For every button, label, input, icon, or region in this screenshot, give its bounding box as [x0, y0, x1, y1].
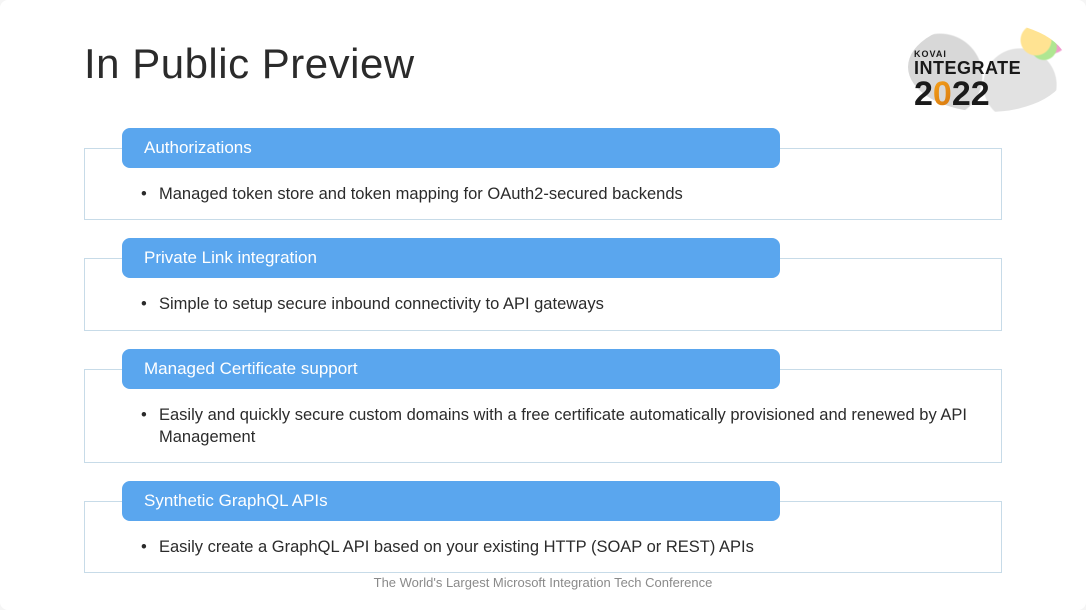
feature-bullet: Easily create a GraphQL API based on you…	[141, 536, 973, 558]
feature-bullet: Managed token store and token mapping fo…	[141, 183, 973, 205]
feature-item: Synthetic GraphQL APIs Easily create a G…	[84, 481, 1002, 573]
feature-list: Authorizations Managed token store and t…	[0, 128, 1086, 573]
feature-header: Authorizations	[122, 128, 780, 168]
logo-text: KOVAI INTEGRATE 2022	[914, 50, 1021, 111]
slide: KOVAI INTEGRATE 2022 In Public Preview A…	[0, 0, 1086, 610]
feature-bullet: Simple to setup secure inbound connectiv…	[141, 293, 973, 315]
feature-item: Managed Certificate support Easily and q…	[84, 349, 1002, 464]
feature-header: Managed Certificate support	[122, 349, 780, 389]
footer-tagline: The World's Largest Microsoft Integratio…	[0, 575, 1086, 590]
feature-header: Private Link integration	[122, 238, 780, 278]
feature-item: Private Link integration Simple to setup…	[84, 238, 1002, 330]
event-logo: KOVAI INTEGRATE 2022	[908, 22, 1068, 112]
logo-year-prefix: 2	[914, 75, 933, 113]
feature-bullet: Easily and quickly secure custom domains…	[141, 404, 973, 449]
logo-year-zero: 0	[933, 77, 952, 111]
feature-item: Authorizations Managed token store and t…	[84, 128, 1002, 220]
feature-header: Synthetic GraphQL APIs	[122, 481, 780, 521]
logo-year-suffix: 22	[952, 75, 990, 113]
logo-year: 2022	[914, 77, 1021, 111]
